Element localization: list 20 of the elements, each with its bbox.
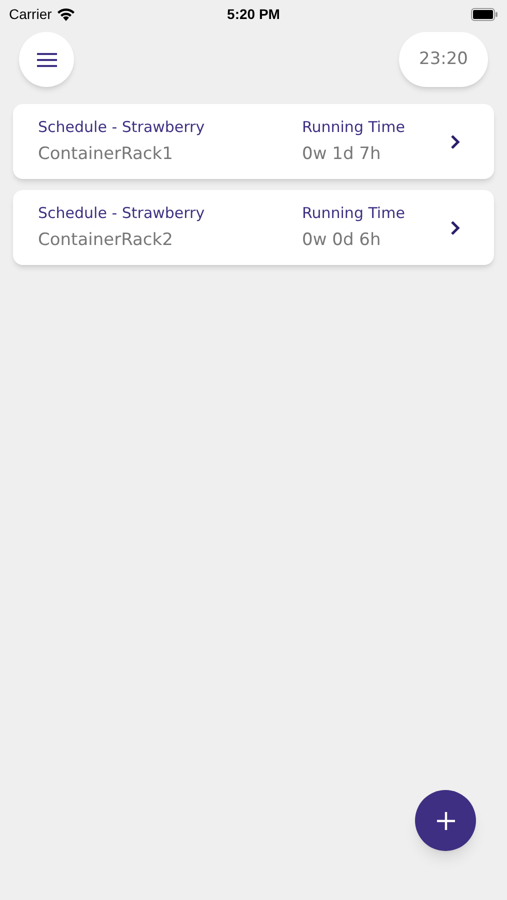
rack-card[interactable]: Schedule - Strawberry ContainerRack1 Running Time 0w 1d 7h	[13, 104, 494, 179]
chevron-right-icon	[450, 134, 460, 150]
running-time-label: Running Time	[302, 202, 406, 224]
carrier-label: Carrier	[9, 4, 52, 24]
schedule-label: Schedule - Strawberry	[38, 116, 206, 138]
rack-name: ContainerRack2	[38, 229, 174, 252]
battery-icon	[470, 8, 498, 20]
chevron-right-icon	[450, 220, 460, 236]
status-time: 5:20 PM	[227, 4, 280, 24]
running-time-label: Running Time	[302, 116, 406, 138]
rack-name: ContainerRack1	[38, 143, 174, 166]
menu-icon	[36, 52, 56, 66]
menu-button[interactable]	[19, 32, 74, 87]
plus-icon	[436, 812, 454, 830]
running-time-value: 0w 0d 6h	[302, 229, 382, 252]
rack-card[interactable]: Schedule - Strawberry ContainerRack2 Running Time 0w 0d 6h	[13, 190, 494, 265]
schedule-label: Schedule - Strawberry	[38, 202, 206, 224]
running-time-value: 0w 1d 7h	[302, 143, 382, 166]
wifi-icon	[56, 8, 75, 20]
clock-pill: 23:20	[399, 32, 488, 87]
